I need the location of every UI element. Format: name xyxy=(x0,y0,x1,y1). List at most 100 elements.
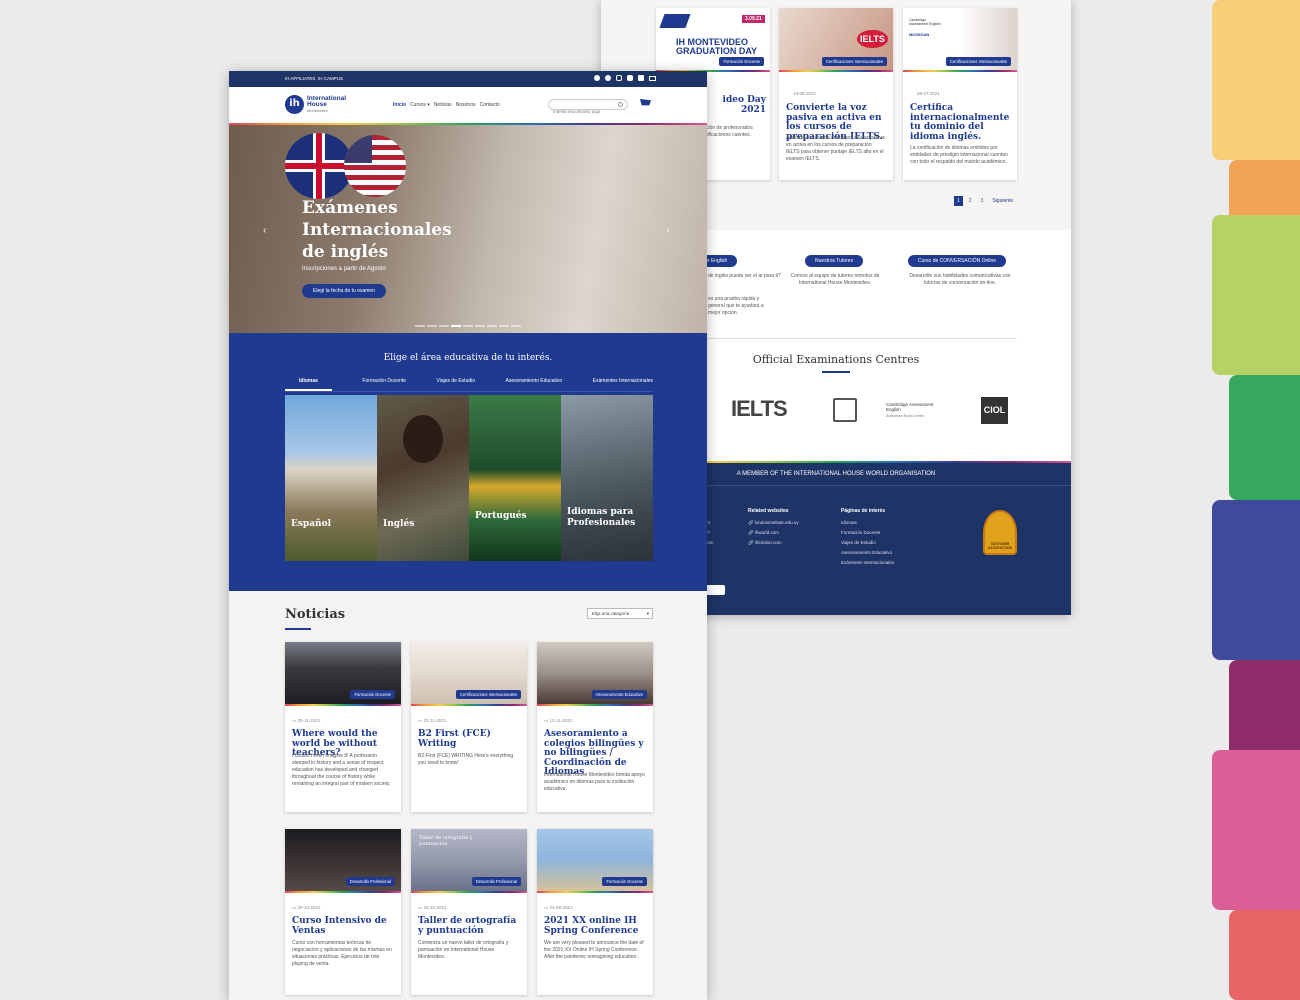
related-link[interactable]: 🔗 ihlondon.com xyxy=(748,538,799,548)
carousel-dot[interactable] xyxy=(439,325,449,327)
carousel-dot[interactable] xyxy=(451,325,461,327)
uk-flag-image xyxy=(285,133,353,199)
color-tab xyxy=(1212,215,1300,375)
news-card-certifica[interactable]: Cambridge Assessment English MICHIGAN Ce… xyxy=(903,8,1017,180)
news-card-image: Formación Docente xyxy=(285,642,401,704)
news-card-ielts[interactable]: IELTS Certificaciones Internacionales 13… xyxy=(779,8,893,180)
instagram-icon[interactable] xyxy=(616,75,622,81)
news-card-image: Desarrollo Profesional xyxy=(285,829,401,891)
carousel-next-arrow[interactable]: › xyxy=(666,225,669,236)
hero-cta-button[interactable]: Elegí la fecha de tu examen xyxy=(302,284,386,298)
carousel-dot[interactable] xyxy=(475,325,485,327)
main-nav: Inicio Cursos ▾ Noticias Nosotros Contac… xyxy=(393,102,500,108)
card-title[interactable]: B2 First (FCE) Writing xyxy=(418,729,522,749)
category-badge[interactable]: Formación Docente xyxy=(602,877,647,886)
areas-section: Elige el área educativa de tu interés. I… xyxy=(229,333,707,591)
carousel-dot[interactable] xyxy=(427,325,437,327)
service-button-tutors[interactable]: Nuestros Tutores xyxy=(805,255,864,267)
cart-icon[interactable] xyxy=(640,99,651,106)
campus-link[interactable]: IH CAMPUS xyxy=(318,76,343,81)
area-tab[interactable]: Viajes de Estudio xyxy=(436,378,475,391)
carousel-dot[interactable] xyxy=(487,325,497,327)
footer-link[interactable]: Asesoramiento Educativo xyxy=(841,548,894,558)
area-tile-profesionales[interactable]: Idiomas para Profesionales xyxy=(561,395,653,561)
related-link[interactable]: 🔗 londoninstitute.edu.uy xyxy=(748,518,799,528)
category-badge[interactable]: Desarrollo Profesional xyxy=(471,877,521,886)
footer-link[interactable]: Formación Docente xyxy=(841,528,894,538)
carousel-prev-arrow[interactable]: ‹ xyxy=(263,225,266,236)
category-badge[interactable]: Desarrollo Profesional xyxy=(345,877,395,886)
carousel-dot[interactable] xyxy=(463,325,473,327)
footer-link[interactable]: Exámenes Internacionales xyxy=(841,558,894,568)
news-card[interactable]: Certificaciones Internacionales ▭ 22-11-2… xyxy=(411,642,527,812)
news-card-image: Taller de ortografía y puntuación Desarro… xyxy=(411,829,527,891)
news-card[interactable]: Desarrollo Profesional ▭ 29-10-2021 Curso … xyxy=(285,829,401,995)
area-tile-ingles[interactable]: Inglés xyxy=(377,395,469,561)
news-card-image: Asesoramiento Educativo xyxy=(537,642,653,704)
card-date: 13-08-2021 xyxy=(793,91,817,96)
category-badge[interactable]: Asesoramiento Educativo xyxy=(591,690,647,699)
carousel-dot[interactable] xyxy=(499,325,509,327)
mail-icon[interactable] xyxy=(649,76,656,81)
hero-carousel: Exámenes Internacionales de inglés Inscrip… xyxy=(229,125,707,333)
category-badge[interactable]: Certificaciones Internacionales xyxy=(821,57,887,66)
card-title[interactable]: Curso Intensivo de Ventas xyxy=(292,916,396,936)
carousel-dot[interactable] xyxy=(415,325,425,327)
nav-noticias[interactable]: Noticias xyxy=(434,102,452,108)
satisfaction-badge: CUSTOMER SATISFACTION xyxy=(983,510,1017,555)
card-excerpt: Aprende a convertir oraciones de voz pas… xyxy=(786,135,885,162)
category-badge[interactable]: Formación Docente xyxy=(719,57,764,66)
page-3[interactable]: 3 xyxy=(978,196,987,206)
area-tab[interactable]: Formación Docente xyxy=(362,378,406,391)
category-badge[interactable]: Formación Docente xyxy=(350,690,395,699)
card-date: ▭ 29-10-2021 xyxy=(292,905,321,910)
category-badge[interactable]: Certificaciones Internacionales xyxy=(945,57,1011,66)
color-tab xyxy=(1212,0,1300,160)
card-title[interactable]: 2021 XX online IH Spring Conference xyxy=(544,916,648,936)
card-title[interactable]: Asesoramiento a colegios bilingües y no … xyxy=(544,729,648,778)
news-card[interactable]: Asesoramiento Educativo ▭ 12-11-2021 Aseso… xyxy=(537,642,653,812)
facebook-icon[interactable] xyxy=(605,75,611,81)
card-excerpt: We are very pleased to announce the date… xyxy=(544,940,644,960)
nav-cursos[interactable]: Cursos ▾ xyxy=(410,102,430,108)
search-input[interactable] xyxy=(553,107,613,116)
category-badge[interactable]: Certificaciones Internacionales xyxy=(455,690,521,699)
area-tab[interactable]: Idiomas xyxy=(285,378,332,391)
page: { "colors":{"brand":"#1f3a8f","footer":"… xyxy=(0,0,1300,1000)
area-tile-portugues[interactable]: Portugués xyxy=(469,395,561,561)
area-tile-espanol[interactable]: Español xyxy=(285,395,377,561)
service-button-conversation[interactable]: Curso de CONVERSACIÓN Online xyxy=(908,255,1007,267)
affiliates-link[interactable]: IH AFFILIATES xyxy=(285,76,315,81)
footer-link[interactable]: Idiomas xyxy=(841,518,894,528)
nav-contacto[interactable]: Contacto xyxy=(480,102,500,108)
graduation-cap-icon xyxy=(659,14,691,28)
nav-nosotros[interactable]: Nosotros xyxy=(456,102,476,108)
card-title[interactable]: Taller de ortografía y puntuación xyxy=(418,916,522,936)
news-card[interactable]: Formación Docente ▭ 24-08-2021 2021 XX onl… xyxy=(537,829,653,995)
youtube-icon[interactable] xyxy=(627,75,633,81)
area-tab[interactable]: Asesoramiento Educativo xyxy=(506,378,563,391)
service-desc: de inglés puede ser el ar para ti? xyxy=(708,273,781,279)
news-card[interactable]: Taller de ortografía y puntuación Desarro… xyxy=(411,829,527,995)
next-page[interactable]: Siguiente xyxy=(989,196,1016,206)
twitter-icon[interactable] xyxy=(594,75,600,81)
nav-inicio[interactable]: Inicio xyxy=(393,102,406,108)
page-2[interactable]: 2 xyxy=(966,196,975,206)
page-1[interactable]: 1 xyxy=(954,196,963,206)
search-icon[interactable] xyxy=(618,102,623,107)
instituto-cervantes-logo xyxy=(833,398,857,422)
logo[interactable]: ih International House Montevideo xyxy=(285,95,346,114)
linkedin-icon[interactable] xyxy=(638,75,644,81)
card-date: 28-07-2021 xyxy=(917,91,941,96)
card-excerpt: B2 First (FCE) WRITING Here's everything… xyxy=(418,753,514,766)
carousel-dot[interactable] xyxy=(511,325,521,327)
category-select[interactable]: Elija una categoría ▾ xyxy=(587,608,653,619)
area-tab[interactable]: Exámentes Internacionales xyxy=(593,378,653,391)
footer-link[interactable]: Viajes de Estudio xyxy=(841,538,894,548)
cambridge-label: Cambridge Assessment English xyxy=(909,18,941,26)
related-link[interactable]: 🔗 ihworld.com xyxy=(748,528,799,538)
card-title[interactable]: Certifica internacionalmente tu dominio … xyxy=(910,103,1014,142)
news-card[interactable]: Formación Docente ▭ 30-11-2021 Where would… xyxy=(285,642,401,812)
card-excerpt: ción de profesorados tificaciones cuente… xyxy=(706,125,753,138)
chevron-down-icon: ▾ xyxy=(646,611,649,616)
